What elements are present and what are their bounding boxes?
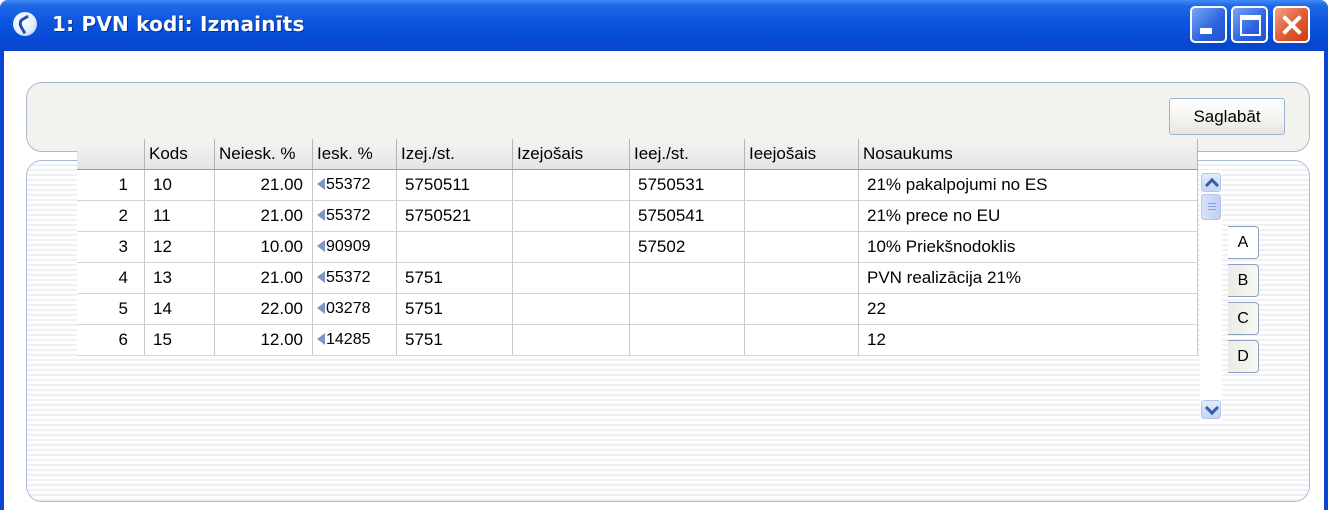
cell-out-account-name[interactable]: [513, 232, 630, 263]
cell-row-number: 3: [77, 232, 145, 263]
cell-description[interactable]: 12: [859, 325, 1198, 356]
cell-code[interactable]: 10: [145, 170, 215, 201]
cell-row-number: 6: [77, 325, 145, 356]
tab-a[interactable]: A: [1228, 226, 1259, 259]
cell-incl-percent[interactable]: 90909: [313, 232, 397, 263]
window-title: 1: PVN kodi: Izmainīts: [52, 12, 305, 36]
table-row[interactable]: 5 14 22.00 03278 5751 22: [77, 294, 1198, 325]
cell-in-account[interactable]: 57502: [630, 232, 745, 263]
cell-in-account-name[interactable]: [745, 201, 859, 232]
cell-row-number: 1: [77, 170, 145, 201]
cell-in-account[interactable]: [630, 325, 745, 356]
table-row[interactable]: 1 10 21.00 55372 5750511 5750531 21% pakalpoju…: [77, 170, 1198, 201]
truncated-left-icon: [317, 301, 325, 314]
cell-excl-percent[interactable]: 21.00: [215, 263, 313, 294]
cell-out-account-name[interactable]: [513, 201, 630, 232]
cell-incl-percent[interactable]: 55372: [313, 201, 397, 232]
cell-in-account[interactable]: [630, 263, 745, 294]
window: 1: PVN kodi: Izmainīts Saglabāt Kods Neie…: [0, 0, 1328, 510]
title-bar[interactable]: 1: PVN kodi: Izmainīts: [0, 0, 1328, 51]
cell-excl-percent[interactable]: 12.00: [215, 325, 313, 356]
column-header-code[interactable]: Kods: [145, 139, 215, 170]
cell-out-account[interactable]: 5751: [397, 294, 513, 325]
cell-out-account[interactable]: 5750521: [397, 201, 513, 232]
cell-code[interactable]: 15: [145, 325, 215, 356]
maximize-icon[interactable]: [1231, 6, 1268, 43]
cell-text: 55372: [326, 207, 371, 224]
cell-excl-percent[interactable]: 22.00: [215, 294, 313, 325]
cell-row-number: 5: [77, 294, 145, 325]
cell-in-account[interactable]: [630, 294, 745, 325]
cell-excl-percent[interactable]: 21.00: [215, 170, 313, 201]
truncated-left-icon: [317, 332, 325, 345]
column-header-in-account-name[interactable]: Ieejošais: [745, 139, 859, 170]
table-row[interactable]: 3 12 10.00 90909 57502 10% Priekšnodoklis: [77, 232, 1198, 263]
cell-out-account[interactable]: 5751: [397, 263, 513, 294]
tab-b[interactable]: B: [1228, 264, 1259, 297]
scroll-up-icon[interactable]: [1201, 173, 1221, 192]
cell-incl-percent[interactable]: 55372: [313, 263, 397, 294]
cell-out-account-name[interactable]: [513, 170, 630, 201]
column-header-in-account[interactable]: Ieej./st.: [630, 139, 745, 170]
cell-out-account[interactable]: 5751: [397, 325, 513, 356]
tab-c[interactable]: C: [1228, 302, 1259, 335]
cell-excl-percent[interactable]: 10.00: [215, 232, 313, 263]
table-row[interactable]: 6 15 12.00 14285 5751 12: [77, 325, 1198, 356]
cell-description[interactable]: 10% Priekšnodoklis: [859, 232, 1198, 263]
cell-out-account[interactable]: [397, 232, 513, 263]
close-icon[interactable]: [1273, 6, 1310, 43]
cell-incl-percent[interactable]: 55372: [313, 170, 397, 201]
cell-text: 55372: [326, 176, 371, 193]
cell-description[interactable]: 22: [859, 294, 1198, 325]
cell-code[interactable]: 14: [145, 294, 215, 325]
column-header-incl-percent[interactable]: Iesk. %: [313, 139, 397, 170]
cell-out-account-name[interactable]: [513, 325, 630, 356]
table-row[interactable]: 4 13 21.00 55372 5751 PVN realizācija 21%: [77, 263, 1198, 294]
cell-incl-percent[interactable]: 03278: [313, 294, 397, 325]
truncated-left-icon: [317, 270, 325, 283]
truncated-left-icon: [317, 239, 325, 252]
column-header-excl-percent[interactable]: Neiesk. %: [215, 139, 313, 170]
cell-text: 14285: [326, 331, 371, 348]
cell-text: 55372: [326, 269, 371, 286]
minimize-icon[interactable]: [1190, 6, 1227, 43]
cell-incl-percent[interactable]: 14285: [313, 325, 397, 356]
scroll-down-icon[interactable]: [1201, 400, 1221, 419]
app-icon[interactable]: [13, 12, 37, 36]
cell-in-account-name[interactable]: [745, 232, 859, 263]
vat-codes-table: Kods Neiesk. % Iesk. % Izej./st. Izejošais Ie…: [77, 139, 1233, 421]
cell-text: 03278: [326, 300, 371, 317]
save-button[interactable]: Saglabāt: [1169, 98, 1285, 135]
cell-in-account[interactable]: 5750531: [630, 170, 745, 201]
cell-in-account-name[interactable]: [745, 325, 859, 356]
cell-excl-percent[interactable]: 21.00: [215, 201, 313, 232]
cell-out-account-name[interactable]: [513, 263, 630, 294]
cell-description[interactable]: PVN realizācija 21%: [859, 263, 1198, 294]
truncated-left-icon: [317, 177, 325, 190]
cell-in-account-name[interactable]: [745, 170, 859, 201]
vertical-scrollbar[interactable]: [1200, 170, 1222, 421]
cell-out-account[interactable]: 5750511: [397, 170, 513, 201]
cell-in-account-name[interactable]: [745, 294, 859, 325]
cell-out-account-name[interactable]: [513, 294, 630, 325]
cell-code[interactable]: 13: [145, 263, 215, 294]
cell-in-account-name[interactable]: [745, 263, 859, 294]
tab-d[interactable]: D: [1228, 340, 1259, 373]
cell-row-number: 2: [77, 201, 145, 232]
cell-code[interactable]: 11: [145, 201, 215, 232]
column-header-row-number[interactable]: [77, 139, 145, 170]
column-header-out-account-name[interactable]: Izejošais: [513, 139, 630, 170]
table-row[interactable]: 2 11 21.00 55372 5750521 5750541 21% prece no …: [77, 201, 1198, 232]
cell-code[interactable]: 12: [145, 232, 215, 263]
cell-description[interactable]: 21% prece no EU: [859, 201, 1198, 232]
cell-in-account[interactable]: 5750541: [630, 201, 745, 232]
cell-row-number: 4: [77, 263, 145, 294]
column-header-out-account[interactable]: Izej./st.: [397, 139, 513, 170]
cell-description[interactable]: 21% pakalpojumi no ES: [859, 170, 1198, 201]
cell-text: 90909: [326, 238, 371, 255]
scroll-thumb[interactable]: [1201, 194, 1221, 220]
truncated-left-icon: [317, 208, 325, 221]
column-header-description[interactable]: Nosaukums: [859, 139, 1198, 170]
